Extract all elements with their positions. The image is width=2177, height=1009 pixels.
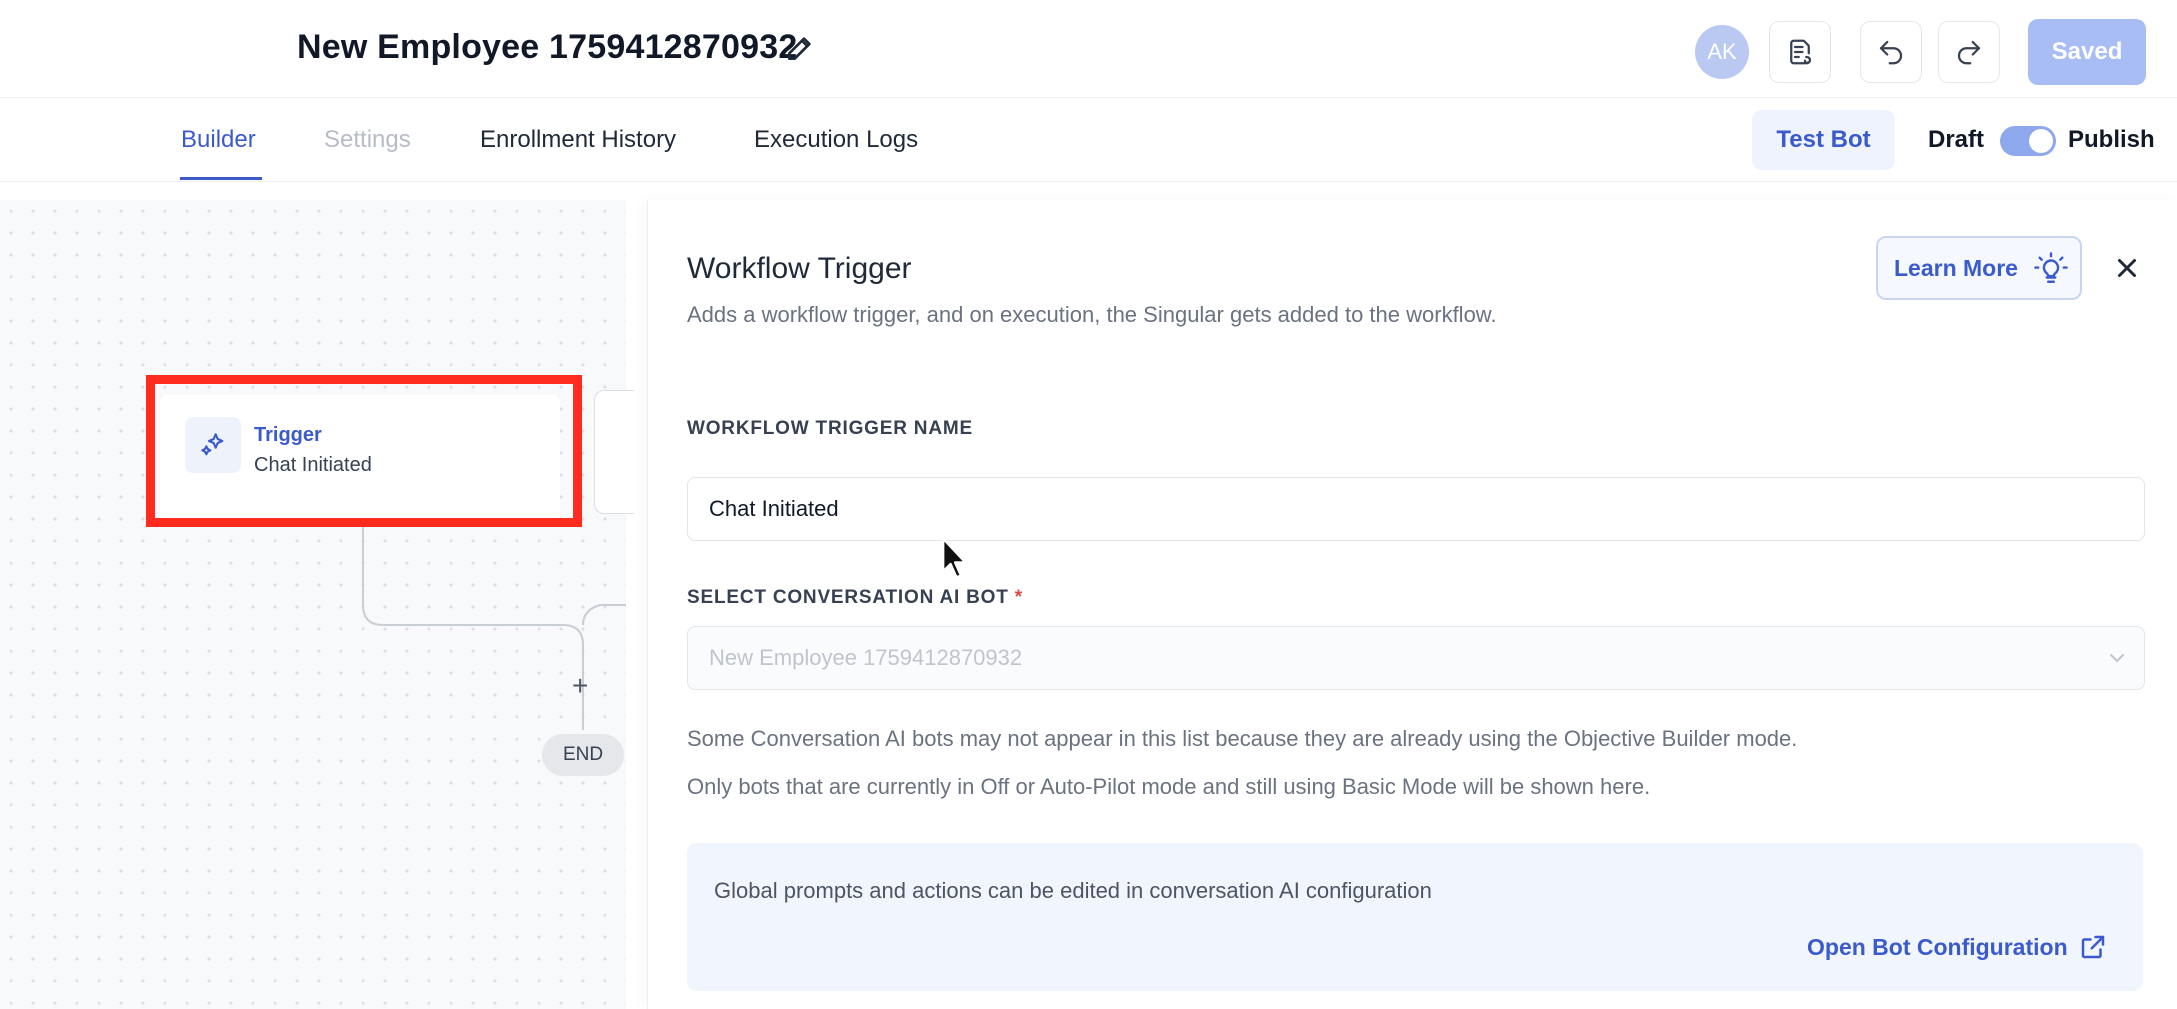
add-step-button[interactable]: + (572, 670, 588, 702)
trigger-name-value: Chat Initiated (709, 496, 839, 521)
redo-button[interactable] (1938, 21, 2000, 83)
select-bot-label-text: SELECT CONVERSATION AI BOT (687, 587, 1009, 608)
toggle-knob (2029, 129, 2053, 153)
undo-button[interactable] (1860, 21, 1922, 83)
undo-icon (1879, 40, 1903, 65)
active-tab-indicator (180, 177, 262, 180)
tab-enrollment-history[interactable]: Enrollment History (480, 126, 676, 154)
mouse-cursor-icon (942, 537, 967, 579)
notes-icon (1790, 39, 1812, 65)
tab-settings[interactable]: Settings (324, 126, 411, 154)
open-bot-configuration-label: Open Bot Configuration (1807, 933, 2068, 960)
workflow-canvas[interactable]: Trigger Chat Initiated + END (0, 200, 634, 1009)
required-marker: * (1014, 587, 1023, 608)
trigger-name-label: WORKFLOW TRIGGER NAME (687, 418, 973, 439)
avatar[interactable]: AK (1695, 25, 1749, 79)
open-bot-configuration-link[interactable]: Open Bot Configuration (1807, 932, 2108, 962)
bot-help-text-2: Only bots that are currently in Off or A… (687, 774, 1651, 799)
learn-more-button[interactable]: Learn More (1876, 236, 2082, 300)
highlight-box (146, 375, 582, 527)
tab-bar: Builder Settings Enrollment History Exec… (0, 98, 2177, 182)
tab-builder[interactable]: Builder (181, 126, 256, 154)
pencil-icon[interactable] (784, 32, 816, 64)
draft-label: Draft (1928, 126, 1985, 153)
test-bot-button[interactable]: Test Bot (1752, 110, 1895, 170)
notes-button[interactable] (1769, 21, 1831, 83)
workflow-connector (362, 525, 626, 730)
end-node: END (542, 734, 624, 776)
external-link-icon (2081, 935, 2104, 959)
publish-label: Publish (2068, 126, 2155, 153)
panel-title: Workflow Trigger (687, 252, 912, 285)
info-text: Global prompts and actions can be edited… (714, 878, 1432, 903)
top-header: New Employee 1759412870932 AK Saved (0, 0, 2177, 98)
lightbulb-icon (2034, 252, 2068, 283)
tab-execution-logs[interactable]: Execution Logs (754, 126, 918, 154)
info-box (687, 843, 2143, 991)
workflow-title: New Employee 1759412870932 (297, 28, 798, 66)
chevron-down-icon (2110, 654, 2124, 663)
panel-description: Adds a workflow trigger, and on executio… (687, 302, 1497, 327)
close-icon[interactable] (2112, 253, 2142, 283)
trigger-name-input[interactable]: Chat Initiated (687, 477, 2145, 541)
learn-more-label: Learn More (1894, 254, 2018, 281)
select-bot-label: SELECT CONVERSATION AI BOT * (687, 587, 1023, 609)
publish-toggle[interactable] (2000, 126, 2056, 156)
redo-icon (1957, 40, 1981, 65)
bot-help-text-1: Some Conversation AI bots may not appear… (687, 726, 1798, 751)
saved-button[interactable]: Saved (2028, 19, 2146, 85)
bot-select-dropdown[interactable]: New Employee 1759412870932 (687, 626, 2145, 690)
bot-select-value: New Employee 1759412870932 (709, 645, 1023, 670)
